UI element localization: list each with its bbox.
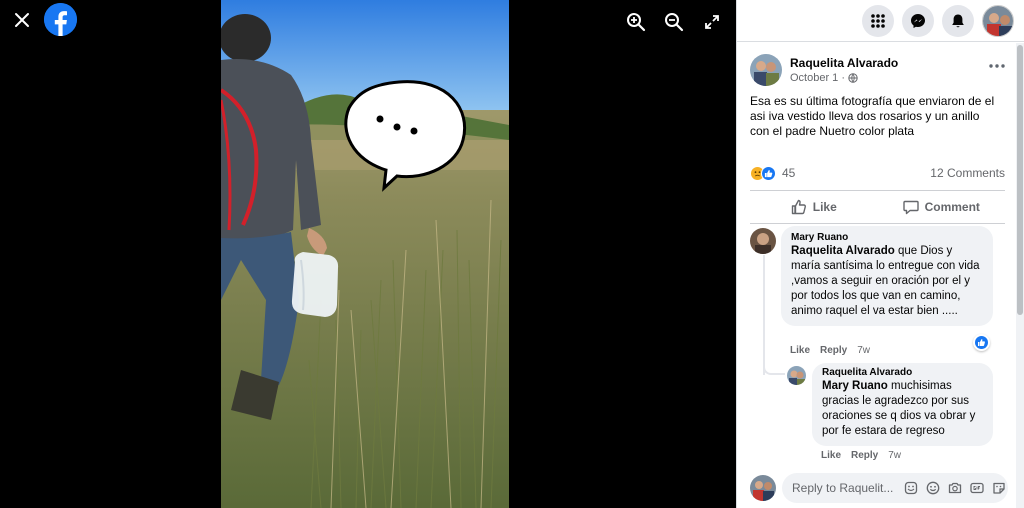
- comment-icon: [902, 200, 919, 215]
- reply-time[interactable]: 7w: [888, 450, 901, 461]
- post-side-panel: Raquelita Alvarado October 1 · Esa es su…: [736, 0, 1024, 508]
- comment-time[interactable]: 7w: [857, 345, 870, 356]
- author-avatar[interactable]: [750, 54, 782, 86]
- more-dots-icon: [989, 64, 1005, 68]
- reply-reply-link[interactable]: Reply: [851, 450, 878, 461]
- reply-input-container: [782, 473, 1008, 503]
- comment-text: Raquelita Alvarado que Dios y maría sant…: [791, 244, 983, 319]
- viewer-toolbar: [624, 10, 724, 34]
- comment-mention[interactable]: Raquelita Alvarado: [791, 245, 895, 257]
- post-body-text: Esa es su última fotografía que enviaron…: [750, 94, 995, 138]
- reaction-count: 45: [782, 166, 796, 180]
- menu-button[interactable]: [862, 4, 894, 37]
- notifications-bell-icon: [952, 14, 964, 27]
- zoom-in-icon: [627, 13, 646, 32]
- commenter-avatar[interactable]: [750, 228, 776, 254]
- post-author-name[interactable]: Raquelita Alvarado: [790, 56, 989, 70]
- post-date: October 1 ·: [790, 72, 989, 84]
- messenger-button[interactable]: [902, 4, 934, 37]
- like-reaction-icon: [975, 336, 988, 349]
- menu-grid-icon: [871, 13, 885, 28]
- reactions-row: 45 12 Comments: [737, 163, 1017, 183]
- scrollbar-thumb[interactable]: [1017, 45, 1023, 315]
- post-scroll-area[interactable]: Raquelita Alvarado October 1 · Esa es su…: [737, 43, 1017, 508]
- thread-line: [763, 255, 765, 375]
- like-button[interactable]: Like: [750, 199, 878, 215]
- post-header: Raquelita Alvarado October 1 ·: [737, 43, 1017, 86]
- comment-actions: Like Reply 7w: [790, 345, 870, 356]
- composer-avatar[interactable]: [750, 475, 776, 501]
- reply-text: Mary Ruano muchisimas gracias le agradez…: [822, 379, 983, 439]
- composer-tools: [902, 480, 1007, 497]
- comment-button[interactable]: Comment: [878, 199, 1006, 215]
- panel-scrollbar[interactable]: [1016, 43, 1024, 508]
- water-jug: [291, 252, 339, 317]
- emoji-button[interactable]: [924, 480, 941, 497]
- emoji-icon: [926, 481, 939, 495]
- reply-composer: [737, 468, 1017, 508]
- comment-reply-link[interactable]: Reply: [820, 345, 847, 356]
- post-options-button[interactable]: [989, 55, 1005, 73]
- comment-like-badge[interactable]: [973, 334, 990, 351]
- like-thumb-icon: [791, 199, 806, 215]
- close-button[interactable]: [10, 8, 34, 32]
- fullscreen-icon: [705, 15, 719, 29]
- reply-author-avatar[interactable]: [787, 366, 806, 385]
- sticker-button[interactable]: [902, 480, 919, 497]
- reply-author[interactable]: Raquelita Alvarado: [822, 367, 983, 378]
- gif-icon: [969, 482, 984, 494]
- comment-bubble: Mary Ruano Raquelita Alvarado que Dios y…: [781, 226, 993, 326]
- close-icon: [15, 13, 29, 27]
- post-actions: Like Comment: [750, 190, 1005, 224]
- reaction-icons: [750, 165, 776, 181]
- reply-mention[interactable]: Mary Ruano: [822, 380, 888, 392]
- avatar-sticker-button[interactable]: [990, 480, 1007, 497]
- photo-viewer-page: Raquelita Alvarado October 1 · Esa es su…: [0, 0, 1024, 508]
- sticker-icon: [904, 481, 917, 495]
- reply-like-link[interactable]: Like: [821, 450, 841, 461]
- fullscreen-button[interactable]: [700, 10, 724, 34]
- post-date-text[interactable]: October 1 ·: [790, 72, 845, 84]
- post-photo[interactable]: [221, 0, 509, 508]
- reaction-summary[interactable]: 45: [750, 165, 796, 181]
- comments-count-link[interactable]: 12 Comments: [930, 166, 1005, 180]
- notifications-button[interactable]: [942, 4, 974, 37]
- camera-button[interactable]: [946, 480, 963, 497]
- comment-author[interactable]: Mary Ruano: [791, 232, 983, 243]
- facebook-logo-icon: [44, 3, 77, 36]
- top-navigation: [737, 0, 1024, 42]
- globe-icon: [848, 73, 858, 83]
- reply-actions: Like Reply 7w: [821, 450, 901, 461]
- avatar-sticker-icon: [992, 482, 1005, 494]
- like-reaction-icon: [761, 165, 776, 181]
- zoom-out-icon: [665, 13, 684, 32]
- messenger-icon: [911, 13, 925, 28]
- gif-button[interactable]: [968, 480, 985, 497]
- account-avatar[interactable]: [982, 4, 1014, 37]
- photo-viewer: [0, 0, 736, 508]
- reply-connector: [763, 361, 785, 375]
- camera-icon: [948, 482, 961, 494]
- post-meta: Raquelita Alvarado October 1 ·: [790, 56, 989, 84]
- like-label: Like: [812, 200, 837, 214]
- facebook-logo[interactable]: [44, 3, 77, 36]
- zoom-out-button[interactable]: [662, 10, 686, 34]
- photo-image: [221, 0, 509, 508]
- reply-input[interactable]: [792, 481, 900, 495]
- comment-like-link[interactable]: Like: [790, 345, 810, 356]
- comment-label: Comment: [924, 200, 980, 214]
- reply-bubble: Raquelita Alvarado Mary Ruano muchisimas…: [812, 363, 993, 446]
- zoom-in-button[interactable]: [624, 10, 648, 34]
